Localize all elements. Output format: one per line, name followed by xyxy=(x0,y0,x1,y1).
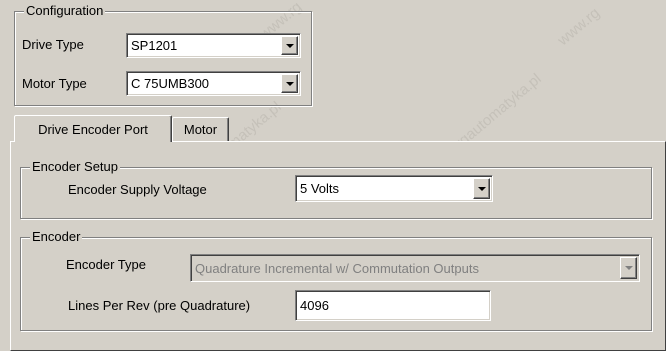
lines-per-rev-input[interactable]: 4096 xyxy=(295,290,491,321)
motor-type-select[interactable]: C 75UMB300 xyxy=(126,71,301,96)
tab-label: Motor xyxy=(183,122,218,137)
chevron-down-icon xyxy=(477,186,486,191)
tab-drive-encoder-port[interactable]: Drive Encoder Port xyxy=(14,115,172,142)
configuration-caption: Configuration xyxy=(24,3,106,19)
drive-type-select[interactable]: SP1201 xyxy=(126,33,301,58)
encoder-type-value: Quadrature Incremental w/ Commutation Ou… xyxy=(195,260,479,276)
encoder-supply-voltage-dropdown-button[interactable] xyxy=(473,178,490,199)
motor-type-label: Motor Type xyxy=(22,76,87,91)
encoder-setup-caption: Encoder Setup xyxy=(30,159,121,175)
encoder-type-select[interactable]: Quadrature Incremental w/ Commutation Ou… xyxy=(190,254,640,282)
motor-type-value: C 75UMB300 xyxy=(131,76,210,91)
chevron-down-icon xyxy=(285,81,294,86)
lines-per-rev-value: 4096 xyxy=(300,298,329,313)
drive-type-dropdown-button[interactable] xyxy=(281,36,298,55)
drive-type-value: SP1201 xyxy=(131,38,178,53)
tab-motor[interactable]: Motor xyxy=(172,117,229,141)
tab-label: Drive Encoder Port xyxy=(38,121,148,137)
encoder-supply-voltage-value: 5 Volts xyxy=(300,181,340,196)
chevron-down-icon xyxy=(624,266,633,270)
encoder-type-label: Encoder Type xyxy=(66,257,146,272)
lines-per-rev-label: Lines Per Rev (pre Quadrature) xyxy=(68,298,251,313)
motor-type-dropdown-button[interactable] xyxy=(281,74,298,93)
encoder-caption: Encoder xyxy=(30,229,83,245)
encoder-type-dropdown-button[interactable] xyxy=(620,257,637,279)
watermark-text: www.rg xyxy=(554,4,604,50)
drive-type-label: Drive Type xyxy=(22,37,84,52)
encoder-supply-voltage-label: Encoder Supply Voltage xyxy=(68,182,207,197)
chevron-down-icon xyxy=(285,43,294,48)
encoder-supply-voltage-select[interactable]: 5 Volts xyxy=(295,175,493,202)
